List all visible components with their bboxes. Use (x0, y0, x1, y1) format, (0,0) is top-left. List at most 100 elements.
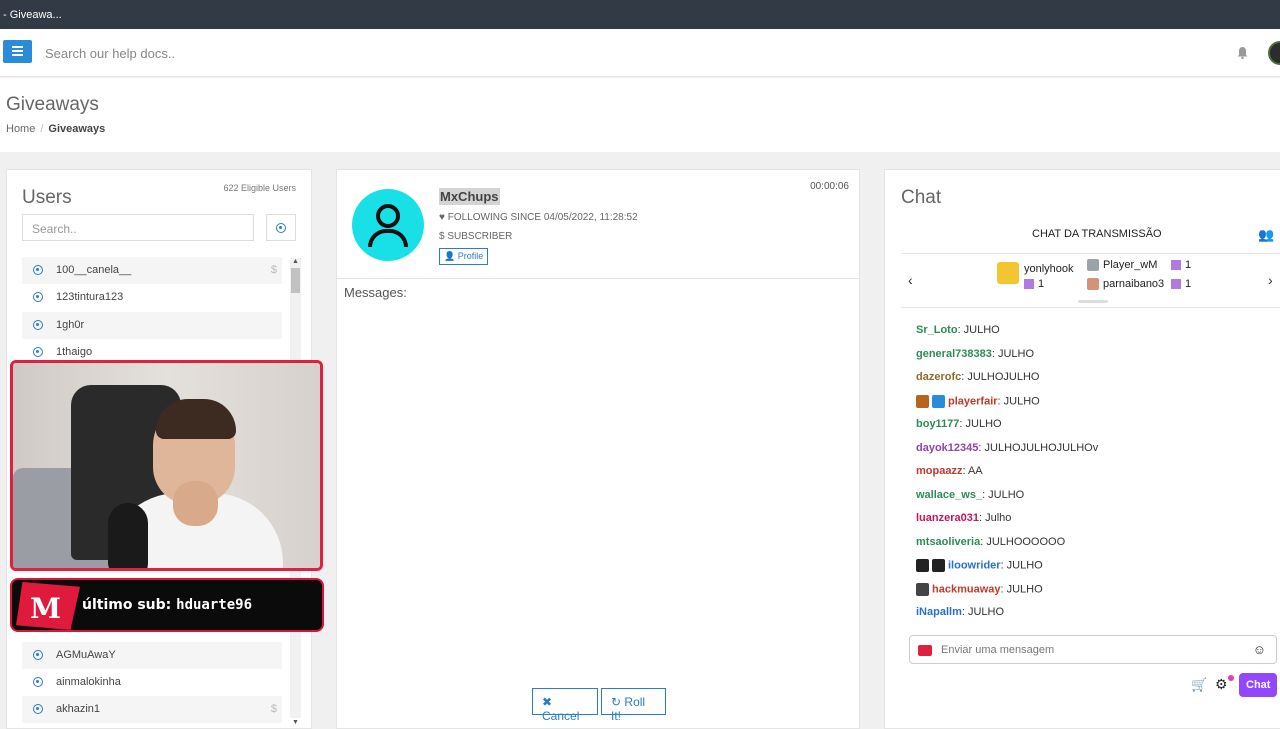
chat-header: CHAT DA TRANSMISSÃO 👥 (901, 218, 1280, 254)
subscriber-status: $ SUBSCRIBER (439, 231, 512, 242)
last-sub-banner: M último sub: hduarte96 (10, 578, 324, 632)
gift-scroll[interactable] (1078, 300, 1108, 303)
timer: 00:00:06 (810, 181, 849, 192)
chat-username[interactable]: iloowrider (948, 559, 1001, 571)
user-search-input[interactable]: Search.. (22, 214, 254, 241)
notification-dot (1228, 675, 1234, 681)
chat-message: luanzera031: Julho (916, 512, 1011, 524)
cart-icon[interactable]: 🛒 (1191, 677, 1207, 693)
profile-button[interactable]: 👤 Profile (439, 248, 489, 265)
chat-username[interactable]: mtsaoliveria (916, 536, 980, 548)
user-row[interactable]: 100__canela__ $ (22, 257, 282, 284)
chat-username[interactable]: playerfair (948, 395, 998, 407)
refresh-icon: ↻ (611, 695, 622, 709)
user-name: 1gh0r (56, 319, 85, 331)
chat-username[interactable]: wallace_ws_ (916, 489, 982, 501)
chat-username[interactable]: dazerofc (916, 371, 961, 383)
bell-icon[interactable] (1237, 47, 1248, 59)
eligible-count: 622 Eligible Users (223, 183, 296, 193)
gift-count: 1 (1171, 259, 1191, 271)
messages-label: Messages: (344, 285, 407, 300)
chat-message: mtsaoliveria: JULHOOOOOO (916, 536, 1065, 548)
chat-username[interactable]: Sr_Loto (916, 324, 958, 336)
chat-text: : JULHO (959, 418, 1002, 430)
chat-username[interactable]: iNapallm (916, 606, 962, 618)
chat-input[interactable]: Enviar uma mensagem ☺ (909, 635, 1277, 664)
target-icon (33, 292, 43, 302)
chat-username[interactable]: mopaazz (916, 465, 962, 477)
dollar-icon: $ (439, 231, 445, 242)
chat-username[interactable]: dayok12345 (916, 442, 978, 454)
chat-message: Sr_Loto: JULHO (916, 324, 1000, 336)
camera-icon[interactable] (918, 645, 932, 656)
badge-icon[interactable] (932, 559, 945, 572)
user-name: AGMuAwaY (56, 649, 116, 661)
chat-text: : Julho (978, 512, 1012, 524)
heart-icon: ♥ (439, 212, 445, 223)
dollar-icon: $ (270, 264, 277, 276)
badge-icon[interactable] (916, 582, 929, 596)
badge-icon[interactable] (932, 394, 945, 408)
chat-text: : JULHOJULHOJULHOv (978, 441, 1099, 454)
user-row[interactable]: akhazin1 $ (22, 696, 282, 723)
chat-text: : JULHO (957, 324, 1000, 336)
scroll-thumb[interactable] (291, 268, 300, 293)
user-row[interactable]: AGMuAwaY (22, 642, 282, 669)
menu-button[interactable] (3, 40, 32, 63)
chat-username[interactable]: general738383 (916, 348, 992, 360)
profile-label: Profile (457, 251, 484, 261)
breadcrumb-home[interactable]: Home (6, 123, 35, 135)
following-text: FOLLOWING SINCE 04/05/2022, 11:28:52 (447, 212, 638, 223)
gift-count: 1 (1171, 278, 1191, 290)
winner-avatar (352, 189, 424, 261)
divider (337, 278, 859, 279)
user-row[interactable]: 1gh0r (22, 312, 282, 339)
chat-text: : JULHO (997, 394, 1040, 407)
cancel-button[interactable]: ✖ Cancel (532, 688, 598, 723)
chevron-left-icon[interactable]: ‹ (908, 272, 913, 288)
chat-text: : AA (962, 465, 983, 477)
chat-message: dazerofc: JULHOJULHO (916, 371, 1040, 383)
target-icon (276, 223, 286, 233)
user-avatar[interactable] (1268, 41, 1280, 65)
subscriber-text: SUBSCRIBER (447, 231, 513, 242)
chat-text: : JULHO (961, 606, 1005, 618)
target-button[interactable] (266, 214, 296, 241)
chat-title: Chat (901, 187, 942, 208)
gift-user: parnaibano3 (1087, 278, 1164, 291)
chevron-right-icon[interactable]: › (1268, 272, 1273, 288)
roll-button[interactable]: ↻ Roll It! (601, 688, 666, 723)
user-name: 123tintura123 (56, 291, 124, 303)
chat-button[interactable]: Chat (1239, 673, 1277, 697)
gift-leaderboard: ‹ yonlyhook 1 Player_wM 1 parnaibano3 1 … (901, 255, 1280, 308)
breadcrumb-current: Giveaways (48, 123, 106, 135)
user-row[interactable]: 123tintura123 (22, 284, 282, 311)
badge-icon[interactable] (916, 559, 929, 572)
chat-text: : JULHOJULHO (961, 371, 1040, 383)
chat-username[interactable]: boy1177 (916, 418, 959, 430)
chat-username[interactable]: luanzera031 (916, 512, 979, 524)
gift-user: Player_wM (1087, 259, 1157, 272)
scroll-up-icon[interactable]: ▲ (292, 258, 299, 265)
chat-message: mopaazz: AA (916, 465, 983, 477)
winner-name: MxChups (439, 188, 500, 205)
chat-message: dayok12345: JULHOJULHOJULHOv (916, 442, 1098, 454)
help-search-input[interactable]: Search our help docs.. (45, 46, 175, 61)
chat-messages: Sr_Loto: JULHO general738383: JULHO dazero… (916, 318, 1266, 623)
badge-icon[interactable] (916, 394, 929, 408)
dollar-icon: $ (270, 703, 277, 715)
chat-header-title: CHAT DA TRANSMISSÃO (1032, 228, 1162, 240)
chat-text: : JULHOOOOOO (980, 535, 1066, 548)
winner-panel: 00:00:06 MxChups ♥ FOLLOWING SINCE 04/05… (336, 169, 860, 729)
users-icon[interactable]: 👥 (1258, 227, 1274, 243)
scroll-down-icon[interactable]: ▼ (292, 719, 299, 726)
window-titlebar: - Giveawa... (0, 0, 1280, 29)
close-icon: ✖ (542, 695, 553, 709)
last-sub-text: último sub: hduarte96 (82, 597, 252, 613)
gear-icon[interactable]: ⚙ (1215, 676, 1228, 693)
user-row[interactable]: ainmalokinha (22, 669, 282, 696)
chat-text: : JULHO (991, 347, 1035, 360)
target-icon (33, 704, 43, 714)
chat-username[interactable]: hackmuaway (932, 583, 1000, 595)
emoji-icon[interactable]: ☺ (1253, 642, 1266, 657)
